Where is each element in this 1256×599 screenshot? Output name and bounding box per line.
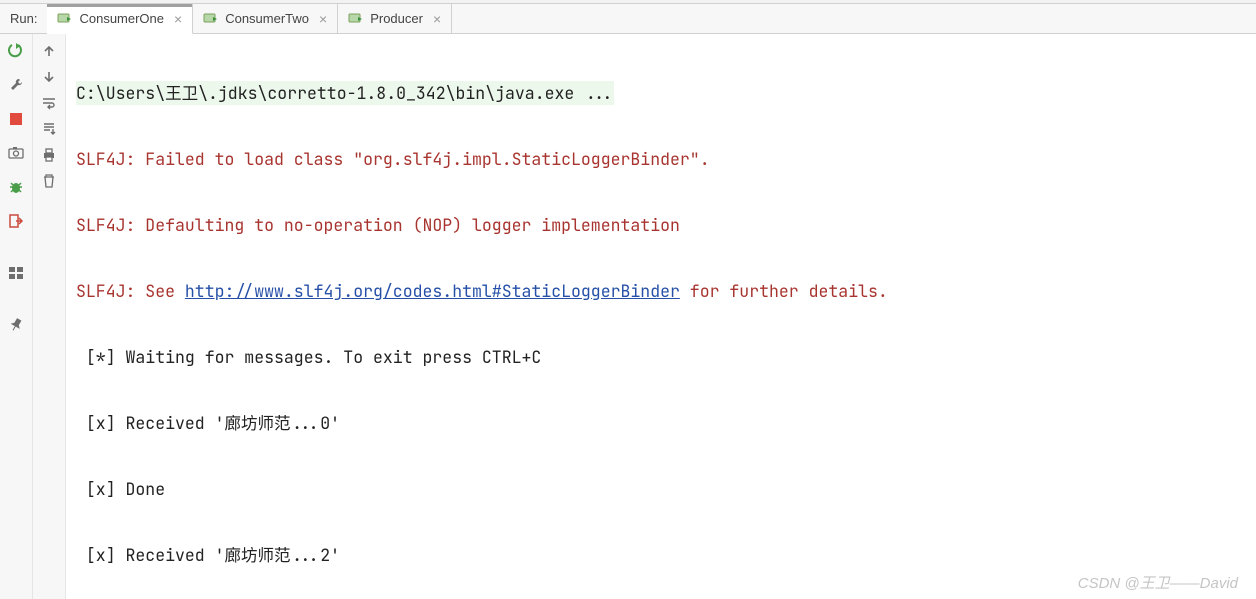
close-icon[interactable]: × [319, 11, 327, 27]
console-line: [*] Waiting for messages. To exit press … [76, 341, 1240, 374]
camera-button[interactable] [5, 142, 27, 164]
main-area: C:\Users\王卫\.jdks\corretto-1.8.0_342\bin… [0, 34, 1256, 599]
tab-label: ConsumerOne [79, 11, 164, 26]
tab-label: ConsumerTwo [225, 11, 309, 26]
wrench-button[interactable] [5, 74, 27, 96]
console-line: [x] Received '廊坊师范...2' [76, 539, 1240, 572]
console-line: [x] Received '廊坊师范...0' [76, 407, 1240, 440]
run-config-icon [348, 11, 364, 27]
command-line: C:\Users\王卫\.jdks\corretto-1.8.0_342\bin… [76, 81, 614, 105]
pin-button[interactable] [5, 314, 27, 336]
left-toolbar-1 [0, 34, 33, 599]
run-header: Run: ConsumerOne × ConsumerTwo × Produce… [0, 4, 1256, 34]
tab-label: Producer [370, 11, 423, 26]
run-config-icon [203, 11, 219, 27]
run-label: Run: [0, 4, 47, 33]
tab-consumer-one[interactable]: ConsumerOne × [47, 4, 193, 34]
run-config-icon [57, 11, 73, 27]
slf4j-suffix: for further details. [680, 280, 888, 302]
scroll-to-end-button[interactable] [38, 118, 60, 140]
layout-button[interactable] [5, 262, 27, 284]
tab-consumer-two[interactable]: ConsumerTwo × [193, 4, 338, 33]
console-line: [x] Done [76, 473, 1240, 506]
down-button[interactable] [38, 66, 60, 88]
softwrap-button[interactable] [38, 92, 60, 114]
trash-button[interactable] [38, 170, 60, 192]
left-toolbar-2 [33, 34, 66, 599]
tab-producer[interactable]: Producer × [338, 4, 452, 33]
slf4j-error-2: SLF4J: Defaulting to no-operation (NOP) … [76, 209, 1240, 242]
bug-button[interactable] [5, 176, 27, 198]
console-output[interactable]: C:\Users\王卫\.jdks\corretto-1.8.0_342\bin… [66, 34, 1256, 599]
up-button[interactable] [38, 40, 60, 62]
close-icon[interactable]: × [433, 11, 441, 27]
close-icon[interactable]: × [174, 11, 182, 27]
stop-button[interactable] [5, 108, 27, 130]
slf4j-error-1: SLF4J: Failed to load class "org.slf4j.i… [76, 143, 1240, 176]
exit-button[interactable] [5, 210, 27, 232]
rerun-button[interactable] [5, 40, 27, 62]
slf4j-link[interactable]: http://www.slf4j.org/codes.html#StaticLo… [185, 280, 680, 302]
watermark: CSDN @王卫——David [1078, 572, 1238, 593]
print-button[interactable] [38, 144, 60, 166]
slf4j-prefix: SLF4J: See [76, 280, 185, 302]
slf4j-error-3: SLF4J: See http://www.slf4j.org/codes.ht… [76, 275, 1240, 308]
